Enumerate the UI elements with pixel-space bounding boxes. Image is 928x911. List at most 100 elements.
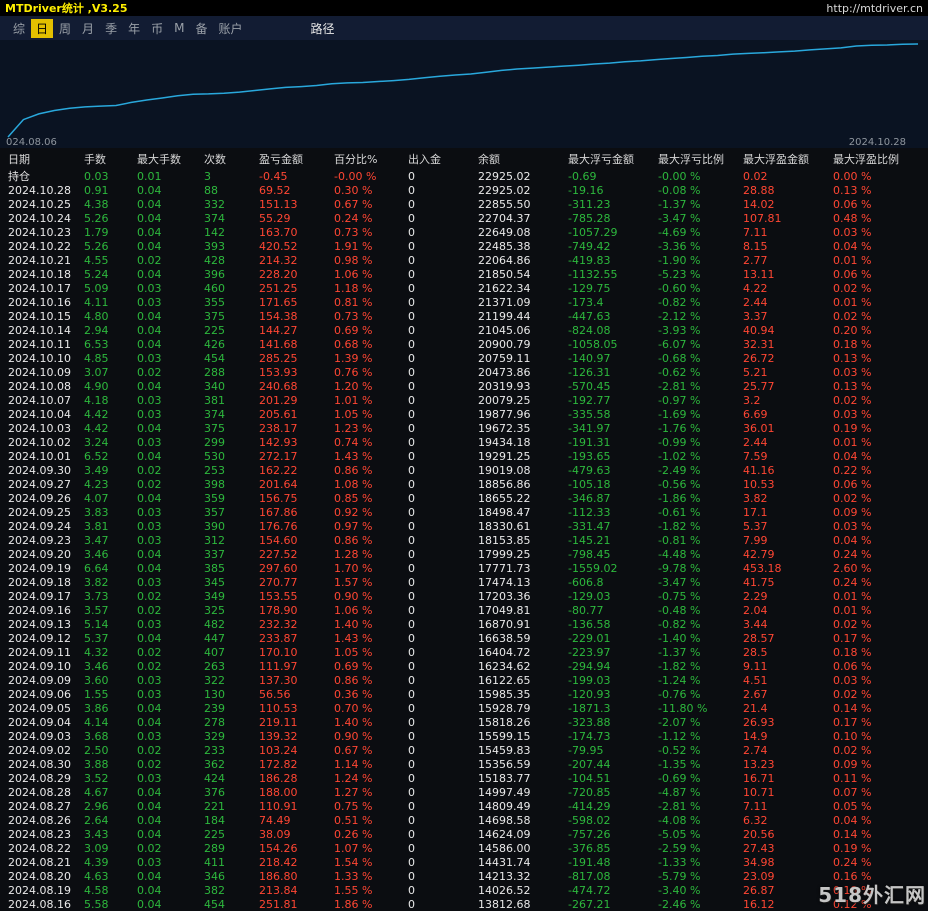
table-row[interactable]: 2024.10.16 4.11 0.03 355 171.65 0.81 % 0 21371.… [8, 296, 928, 310]
table-cell: 0 [408, 618, 415, 631]
table-row[interactable]: 2024.10.08 4.90 0.04 340 240.68 1.20 % 0 20319.… [8, 380, 928, 394]
table-row[interactable]: 持仓 0.03 0.01 3 -0.45 -0.00 % 0 22925.02 -0.69 -0.… [8, 170, 928, 184]
table-row[interactable]: 2024.10.28 0.91 0.04 88 69.52 0.30 % 0 22925.02… [8, 184, 928, 198]
table-row[interactable]: 2024.10.09 3.07 0.02 288 153.93 0.76 % 0 20473.… [8, 366, 928, 380]
table-row[interactable]: 2024.10.10 4.85 0.03 454 285.25 1.39 % 0 20759.… [8, 352, 928, 366]
menu-item-账户[interactable]: 账户 [213, 19, 247, 38]
table-cell: 3.43 [84, 828, 109, 841]
table-cell: -191.31 [568, 436, 611, 449]
table-cell: 0.03 [137, 282, 162, 295]
table-row[interactable]: 2024.09.26 4.07 0.04 359 156.75 0.85 % 0 18655.… [8, 492, 928, 506]
table-row[interactable]: 2024.09.05 3.86 0.04 239 110.53 0.70 % 0 15928.… [8, 702, 928, 716]
table-row[interactable]: 2024.10.17 5.09 0.03 460 251.25 1.18 % 0 21622.… [8, 282, 928, 296]
table-row[interactable]: 2024.08.26 2.64 0.04 184 74.49 0.51 % 0 14698.5… [8, 814, 928, 828]
menu-item-季[interactable]: 季 [100, 19, 122, 38]
table-row[interactable]: 2024.09.25 3.83 0.03 357 167.86 0.92 % 0 18498.… [8, 506, 928, 520]
table-cell: 1.55 [84, 688, 109, 701]
table-row[interactable]: 2024.09.18 3.82 0.03 345 270.77 1.57 % 0 17474.… [8, 576, 928, 590]
table-cell: 0.10 % [833, 730, 872, 743]
table-row[interactable]: 2024.09.30 3.49 0.02 253 162.22 0.86 % 0 19019.… [8, 464, 928, 478]
table-row[interactable]: 2024.10.22 5.26 0.04 393 420.52 1.91 % 0 22485.… [8, 240, 928, 254]
table-row[interactable]: 2024.09.09 3.60 0.03 322 137.30 0.86 % 0 16122.… [8, 674, 928, 688]
table-row[interactable]: 2024.10.24 5.26 0.04 374 55.29 0.24 % 0 22704.3… [8, 212, 928, 226]
menu-item-备[interactable]: 备 [190, 19, 212, 38]
table-cell: 0 [408, 674, 415, 687]
table-row[interactable]: 2024.09.16 3.57 0.02 325 178.90 1.06 % 0 17049.… [8, 604, 928, 618]
table-row[interactable]: 2024.08.20 4.63 0.04 346 186.80 1.33 % 0 14213.… [8, 870, 928, 884]
table-cell: 0.02 % [833, 618, 872, 631]
table-row[interactable]: 2024.10.07 4.18 0.03 381 201.29 1.01 % 0 20079.… [8, 394, 928, 408]
table-row[interactable]: 2024.09.06 1.55 0.03 130 56.56 0.36 % 0 15985.3… [8, 688, 928, 702]
table-cell: 1.20 % [334, 380, 373, 393]
table-row[interactable]: 2024.09.10 3.46 0.02 263 111.97 0.69 % 0 16234.… [8, 660, 928, 674]
table-cell: 142.93 [259, 436, 298, 449]
table-row[interactable]: 2024.08.19 4.58 0.04 382 213.84 1.55 % 0 14026.… [8, 884, 928, 898]
menu-item-月[interactable]: 月 [77, 19, 99, 38]
table-cell: 4.58 [84, 884, 109, 897]
menu-item-周[interactable]: 周 [54, 19, 76, 38]
table-row[interactable]: 2024.09.27 4.23 0.02 398 201.64 1.08 % 0 18856.… [8, 478, 928, 492]
table-row[interactable]: 2024.10.01 6.52 0.04 530 272.17 1.43 % 0 19291.… [8, 450, 928, 464]
menu-item-M[interactable]: M [169, 20, 189, 36]
table-cell: 2024.08.30 [8, 758, 71, 771]
table-cell: 17049.81 [478, 604, 531, 617]
table-cell: 4.55 [84, 254, 109, 267]
table-row[interactable]: 2024.10.15 4.80 0.04 375 154.38 0.73 % 0 21199.… [8, 310, 928, 324]
table-cell: 0 [408, 800, 415, 813]
table-cell: 0 [408, 184, 415, 197]
menu-item-币[interactable]: 币 [146, 19, 168, 38]
table-row[interactable]: 2024.08.28 4.67 0.04 376 188.00 1.27 % 0 14997.… [8, 786, 928, 800]
table-row[interactable]: 2024.09.20 3.46 0.04 337 227.52 1.28 % 0 17999.… [8, 548, 928, 562]
table-row[interactable]: 2024.10.21 4.55 0.02 428 214.32 0.98 % 0 22064.… [8, 254, 928, 268]
table-cell: 18498.47 [478, 506, 531, 519]
table-cell: -1.90 % [658, 254, 701, 267]
table-cell: -474.72 [568, 884, 611, 897]
table-row[interactable]: 2024.10.04 4.42 0.03 374 205.61 1.05 % 0 19877.… [8, 408, 928, 422]
app-url-link[interactable]: http://mtdriver.cn [826, 2, 923, 15]
table-row[interactable]: 2024.09.17 3.73 0.02 349 153.55 0.90 % 0 17203.… [8, 590, 928, 604]
table-row[interactable]: 2024.09.23 3.47 0.03 312 154.60 0.86 % 0 18153.… [8, 534, 928, 548]
column-header: 最大浮盈比例 [833, 153, 899, 166]
table-cell: 2024.09.30 [8, 464, 71, 477]
table-row[interactable]: 2024.09.11 4.32 0.02 407 170.10 1.05 % 0 16404.… [8, 646, 928, 660]
table-row[interactable]: 2024.08.29 3.52 0.03 424 186.28 1.24 % 0 15183.… [8, 772, 928, 786]
equity-chart: 024.08.06 2024.10.28 [0, 40, 928, 148]
table-row[interactable]: 2024.10.18 5.24 0.04 396 228.20 1.06 % 0 21850.… [8, 268, 928, 282]
table-row[interactable]: 2024.09.04 4.14 0.04 278 219.11 1.40 % 0 15818.… [8, 716, 928, 730]
table-cell: -105.18 [568, 478, 611, 491]
table-cell: 21045.06 [478, 324, 531, 337]
table-row[interactable]: 2024.08.30 3.88 0.02 362 172.82 1.14 % 0 15356.… [8, 758, 928, 772]
menu-item-日[interactable]: 日 [31, 18, 54, 38]
table-cell: 18856.86 [478, 478, 531, 491]
table-row[interactable]: 2024.09.02 2.50 0.02 233 103.24 0.67 % 0 15459.… [8, 744, 928, 758]
table-row[interactable]: 2024.08.21 4.39 0.03 411 218.42 1.54 % 0 14431.… [8, 856, 928, 870]
table-cell: 221 [204, 800, 225, 813]
table-row[interactable]: 2024.10.25 4.38 0.04 332 151.13 0.67 % 0 22855.… [8, 198, 928, 212]
table-row[interactable]: 2024.10.14 2.94 0.04 225 144.27 0.69 % 0 21045.… [8, 324, 928, 338]
table-cell: 13812.68 [478, 898, 531, 911]
table-row[interactable]: 2024.09.19 6.64 0.04 385 297.60 1.70 % 0 17771.… [8, 562, 928, 576]
table-row[interactable]: 2024.09.03 3.68 0.03 329 139.32 0.90 % 0 15599.… [8, 730, 928, 744]
menu-item-综[interactable]: 综 [8, 19, 30, 38]
table-row[interactable]: 2024.09.12 5.37 0.04 447 233.87 1.43 % 0 16638.… [8, 632, 928, 646]
table-cell: -1058.05 [568, 338, 618, 351]
table-cell: 0.03 [137, 674, 162, 687]
table-cell: 0 [408, 660, 415, 673]
table-cell: -79.95 [568, 744, 604, 757]
menu-item-年[interactable]: 年 [123, 19, 145, 38]
table-row[interactable]: 2024.08.27 2.96 0.04 221 110.91 0.75 % 0 14809.… [8, 800, 928, 814]
table-row[interactable]: 2024.08.16 5.58 0.04 454 251.81 1.86 % 0 13812.… [8, 898, 928, 911]
table-row[interactable]: 2024.10.03 4.42 0.04 375 238.17 1.23 % 0 19672.… [8, 422, 928, 436]
table-cell: 16.71 [743, 772, 775, 785]
table-row[interactable]: 2024.08.22 3.09 0.02 289 154.26 1.07 % 0 14586.… [8, 842, 928, 856]
table-cell: 0.04 [137, 898, 162, 911]
table-row[interactable]: 2024.10.02 3.24 0.03 299 142.93 0.74 % 0 19434.… [8, 436, 928, 450]
menu-item-path[interactable]: 路径 [311, 20, 335, 37]
table-row[interactable]: 2024.08.23 3.43 0.04 225 38.09 0.26 % 0 14624.0… [8, 828, 928, 842]
table-cell: -0.69 % [658, 772, 701, 785]
table-row[interactable]: 2024.10.11 6.53 0.04 426 141.68 0.68 % 0 20900.… [8, 338, 928, 352]
app-title: MTDriver统计 ,V3.25 [5, 2, 128, 15]
table-row[interactable]: 2024.09.13 5.14 0.03 482 232.32 1.40 % 0 16870.… [8, 618, 928, 632]
table-row[interactable]: 2024.09.24 3.81 0.03 390 176.76 0.97 % 0 18330.… [8, 520, 928, 534]
table-row[interactable]: 2024.10.23 1.79 0.04 142 163.70 0.73 % 0 22649.… [8, 226, 928, 240]
